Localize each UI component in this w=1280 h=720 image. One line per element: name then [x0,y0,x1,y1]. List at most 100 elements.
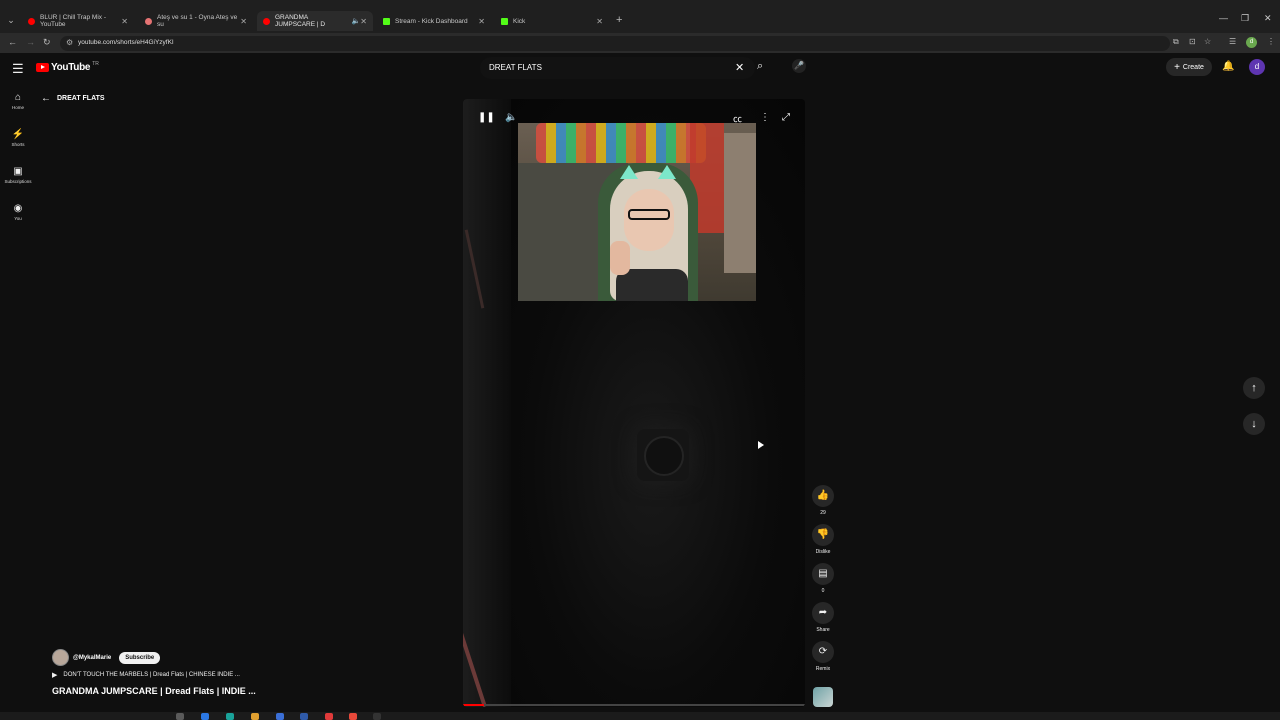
subscriptions-icon: ▣ [13,166,23,177]
translate-icon[interactable]: ⧉ [1173,37,1179,47]
browser-menu-icon[interactable]: ⋮ [1267,37,1275,46]
tab-kick[interactable]: Kick ✕ [495,11,609,31]
thumbs-up-icon: 👍 [812,485,834,507]
taskbar-app-icon[interactable] [373,713,381,720]
comment-count: 0 [821,588,825,594]
cam-plush-shelf [536,123,706,163]
guide-item-you[interactable]: ◉ You [0,203,36,221]
reload-icon[interactable]: ↻ [43,37,51,48]
hamburger-menu-icon[interactable]: ☰ [12,61,24,77]
taskbar-app-icon[interactable] [325,713,333,720]
like-count: 29 [820,510,826,516]
logo-wordmark: YouTube [51,62,91,73]
tab-blur-chill-trap[interactable]: BLUR | Chill Trap Mix - YouTube ✕ [22,11,134,31]
remix-button[interactable]: ⟳ Remix [810,641,836,672]
tab-close-icon[interactable]: ✕ [360,17,367,26]
search-icon[interactable]: ⌕ [757,60,763,73]
channel-avatar[interactable] [52,649,69,666]
tab-close-icon[interactable]: ✕ [240,17,247,26]
fullscreen-icon[interactable]: ⤢ [782,112,790,123]
remix-label: Remix [815,666,831,672]
tab-close-icon[interactable]: ✕ [478,17,485,26]
tab-label: BLUR | Chill Trap Mix - YouTube [40,14,106,28]
taskbar-app-icon[interactable] [300,713,308,720]
new-tab-plus-icon[interactable]: + [616,14,622,26]
channel-handle[interactable]: @MykalMarie [73,655,111,661]
bookmark-star-icon[interactable]: ☆ [1204,37,1211,46]
taskbar-app-icon[interactable] [251,713,259,720]
video-title[interactable]: GRANDMA JUMPSCARE | Dread Flats | INDIE … [52,686,256,696]
guide-label: Shorts [11,142,25,147]
guide-item-home[interactable]: ⌂ Home [0,92,36,110]
back-arrow-icon[interactable]: ← [8,37,17,47]
install-icon[interactable]: ⊡ [1189,37,1196,46]
youtube-header: ☰ YouTube TR DREAT FLATS ✕ ⌕ 🎤 + Create … [0,53,1280,83]
guide-item-shorts[interactable]: ⚡ Shorts [0,129,36,147]
like-button[interactable]: 👍 29 [810,485,836,516]
taskbar-app-icon[interactable] [276,713,284,720]
account-avatar[interactable]: d [1249,59,1265,75]
related-video-link[interactable]: ▶ DON'T TOUCH THE MARBELS | Dread Flats … [52,671,240,679]
tab-kick-dashboard[interactable]: Stream - Kick Dashboard ✕ [377,11,491,31]
extensions-icon[interactable]: ☰ [1229,37,1236,46]
comments-button[interactable]: ▤ 0 [810,563,836,594]
more-options-icon[interactable]: ⋮ [760,112,770,123]
video-wall-clock [637,429,689,481]
guide-label: Subscriptions [4,179,32,184]
audio-source-thumbnail[interactable] [813,687,833,707]
search-input[interactable]: DREAT FLATS ✕ [480,57,755,79]
create-label: Create [1182,63,1204,71]
taskbar-app-icon[interactable] [349,713,357,720]
shorts-video-player[interactable]: ❚❚ 🔈 ㏄ ⋮ ⤢ [463,99,805,707]
subscribe-button[interactable]: Subscribe [119,651,161,664]
dislike-label: Dislike [815,549,831,555]
speaker-icon[interactable]: 🔈 [352,17,361,25]
notifications-bell-icon[interactable]: 🔔 [1222,61,1234,72]
cam-shelf-right [724,133,756,273]
breadcrumb-label: DREAT FLATS [57,95,105,102]
guide-item-subscriptions[interactable]: ▣ Subscriptions [0,166,36,184]
window-close-icon[interactable]: ✕ [1264,13,1272,24]
back-arrow-icon: ← [41,93,51,104]
back-to-search-link[interactable]: ← DREAT FLATS [41,93,105,104]
video-progress-bar[interactable] [463,704,805,706]
taskbar-app-icon[interactable] [226,713,234,720]
pause-icon[interactable]: ❚❚ [478,112,495,123]
kick-favicon-icon [501,17,508,25]
next-short-arrow-icon[interactable]: ↓ [1243,413,1265,435]
share-button[interactable]: ➦ Share [810,602,836,633]
taskbar-app-icon[interactable] [201,713,209,720]
os-taskbar [0,712,1280,720]
restore-icon[interactable]: ❐ [1241,13,1249,24]
tab-label: GRANDMA JUMPSCARE | D [275,14,326,28]
kick-favicon-icon [383,17,390,25]
clear-search-icon[interactable]: ✕ [735,61,744,74]
dislike-button[interactable]: 👎 Dislike [810,524,836,555]
youtube-logo[interactable]: YouTube TR [36,61,99,73]
tab-search-icon[interactable]: ⌄ [4,13,18,27]
volume-icon[interactable]: 🔈 [505,112,517,123]
game-favicon-icon [145,17,152,25]
play-icon: ▶ [52,672,58,679]
previous-short-arrow-icon[interactable]: ↑ [1243,377,1265,399]
tab-close-icon[interactable]: ✕ [596,17,603,26]
site-info-icon[interactable]: ⚙ [66,38,73,47]
webcam-overlay [518,123,756,301]
microphone-icon[interactable]: 🎤 [792,59,806,73]
search-value[interactable]: DREAT FLATS [489,63,542,72]
youtube-favicon-icon [263,17,270,25]
forward-arrow-icon[interactable]: → [26,37,35,47]
omnibox[interactable]: ⚙ youtube.com/shorts/eH4GiYzyfKI [60,36,1170,51]
browser-profile-avatar[interactable]: d [1246,37,1257,48]
you-icon: ◉ [13,203,23,214]
captions-icon[interactable]: ㏄ [733,112,742,125]
tab-label: Ateş ve su 1 - Oyna Ateş ve su [157,14,238,28]
minimize-icon[interactable]: — [1219,13,1228,23]
url-text[interactable]: youtube.com/shorts/eH4GiYzyfKI [78,39,174,46]
create-button[interactable]: + Create [1166,58,1212,76]
tab-grandma-jumpscare[interactable]: GRANDMA JUMPSCARE | D 🔈 ✕ [257,11,373,31]
tab-close-icon[interactable]: ✕ [121,17,128,26]
taskbar-app-icon[interactable] [176,713,184,720]
video-wall [463,99,511,707]
tab-ates-ve-su[interactable]: Ateş ve su 1 - Oyna Ateş ve su ✕ [139,11,253,31]
